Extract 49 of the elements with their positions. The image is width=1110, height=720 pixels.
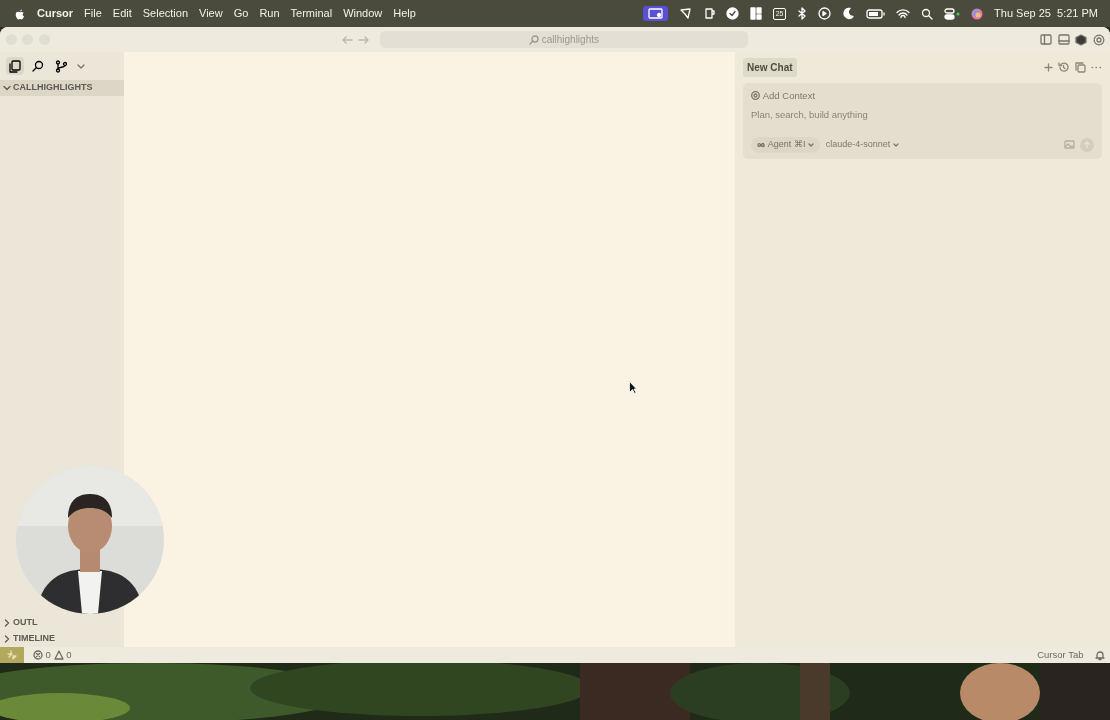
- menu-item[interactable]: Help: [393, 5, 416, 22]
- panel-toggle-icon[interactable]: [1057, 34, 1070, 45]
- menu-item[interactable]: View: [199, 5, 223, 22]
- section-header[interactable]: TIMELINE: [0, 631, 55, 647]
- wifi-icon[interactable]: [896, 7, 911, 20]
- copy-icon[interactable]: [1074, 62, 1086, 73]
- menu-item[interactable]: Window: [343, 5, 383, 22]
- moon-icon[interactable]: [842, 7, 856, 20]
- warning-icon: [53, 650, 64, 660]
- error-icon: [32, 650, 43, 660]
- section-header[interactable]: OUTL: [0, 615, 38, 631]
- app-menu[interactable]: Cursor: [37, 5, 74, 22]
- play-icon[interactable]: [818, 7, 832, 20]
- siri-icon[interactable]: [971, 7, 984, 20]
- plus-icon[interactable]: [1043, 63, 1053, 72]
- cup-icon[interactable]: [703, 7, 716, 20]
- at-icon: [751, 91, 760, 101]
- search-icon: [529, 34, 539, 45]
- screen-share-icon[interactable]: [643, 6, 669, 21]
- search-icon[interactable]: [921, 7, 934, 20]
- problems-indicator[interactable]: 0 0: [26, 646, 78, 663]
- menu-item[interactable]: Terminal: [290, 5, 333, 22]
- layout-icon[interactable]: [750, 7, 763, 20]
- sidebar-tab[interactable]: [5, 57, 24, 75]
- menu-item[interactable]: Selection: [142, 5, 189, 22]
- apple-icon[interactable]: [14, 7, 26, 20]
- battery-icon[interactable]: [866, 7, 886, 20]
- menu-item[interactable]: Edit: [112, 5, 132, 22]
- menu-item[interactable]: File: [84, 5, 102, 22]
- menu-item[interactable]: Go: [233, 5, 249, 22]
- sidebar-toggle-icon[interactable]: [1040, 34, 1052, 45]
- settings-icon[interactable]: [1092, 33, 1105, 46]
- menu-item[interactable]: Run: [259, 5, 280, 22]
- folder-header[interactable]: CALLHIGHLIGHTS: [0, 80, 124, 96]
- chevron-down-icon: [893, 141, 900, 148]
- mouse-pointer-icon: [629, 381, 637, 394]
- chat-tab[interactable]: New Chat: [743, 58, 797, 77]
- history-icon[interactable]: [1058, 62, 1069, 73]
- status-item[interactable]: Cursor Tab: [1037, 647, 1084, 663]
- bell-icon[interactable]: [1094, 649, 1105, 661]
- chevron-down-icon: [808, 141, 815, 148]
- agent-selector[interactable]: Agent ⌘I: [751, 137, 821, 153]
- clock[interactable]: Thu Sep 25 5:21 PM: [994, 5, 1098, 22]
- check-circle-icon[interactable]: [726, 7, 740, 20]
- control-center-icon[interactable]: [944, 7, 961, 20]
- bluetooth-icon[interactable]: [797, 7, 808, 20]
- chat-input[interactable]: Plan, search, build anything: [751, 108, 1094, 123]
- chevron-down-icon: [3, 84, 11, 92]
- infinity-icon: [757, 140, 765, 149]
